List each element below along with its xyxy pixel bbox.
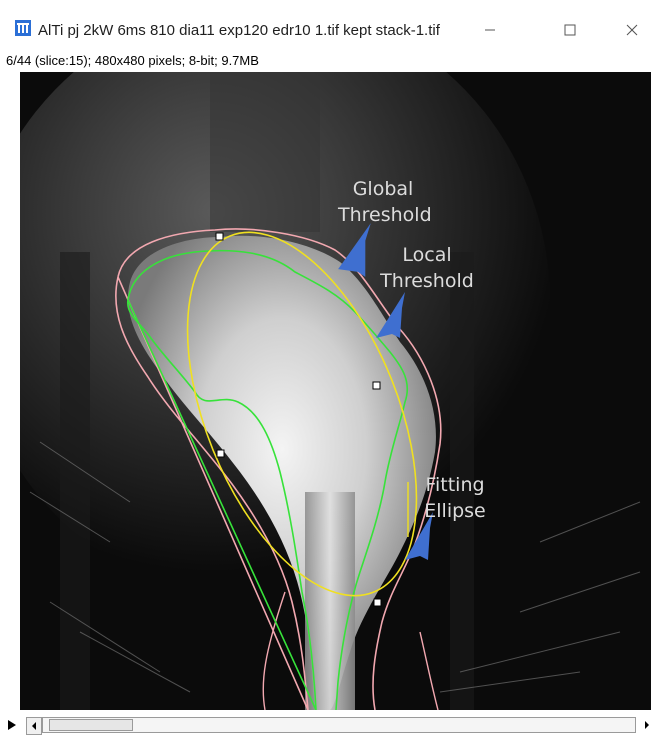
play-animation-button[interactable] bbox=[5, 718, 19, 732]
scroll-left-button[interactable] bbox=[26, 717, 42, 735]
label-ellipse: Ellipse bbox=[424, 500, 486, 522]
scroll-right-button[interactable] bbox=[640, 717, 651, 733]
close-button[interactable] bbox=[610, 12, 651, 48]
window-title: AlTi pj 2kW 6ms 810 dia11 exp120 edr10 1… bbox=[38, 22, 440, 39]
label-local: Local bbox=[402, 244, 452, 266]
minimize-icon bbox=[485, 29, 495, 31]
close-icon bbox=[626, 24, 638, 36]
ellipse-handle-left bbox=[216, 449, 225, 458]
label-fitting: Fitting bbox=[425, 474, 485, 496]
label-local-threshold-word: Threshold bbox=[380, 270, 474, 292]
label-local-threshold: Local Threshold bbox=[372, 242, 482, 294]
image-info-bar: 6/44 (slice:15); 480x480 pixels; 8-bit; … bbox=[0, 52, 651, 70]
slice-scroll-thumb[interactable] bbox=[49, 719, 133, 731]
arrow-right-icon bbox=[645, 721, 649, 729]
arrow-left-icon bbox=[32, 722, 36, 730]
maximize-icon bbox=[564, 24, 576, 36]
ellipse-handle-top bbox=[215, 232, 224, 241]
imagej-app-icon bbox=[14, 19, 32, 37]
label-global-threshold: Global Threshold bbox=[338, 176, 432, 228]
title-bar: AlTi pj 2kW 6ms 810 dia11 exp120 edr10 1… bbox=[0, 0, 651, 52]
minimize-button[interactable] bbox=[468, 12, 512, 48]
stack-scrollbar-row bbox=[0, 712, 651, 738]
play-icon bbox=[8, 720, 16, 730]
ellipse-handle-bottom bbox=[373, 598, 382, 607]
image-svg bbox=[20, 72, 651, 710]
label-fitting-ellipse: Fitting Ellipse bbox=[415, 472, 495, 524]
label-global-threshold-word: Threshold bbox=[338, 204, 432, 226]
slice-scroll-track[interactable] bbox=[42, 717, 636, 733]
maximize-button[interactable] bbox=[548, 12, 592, 48]
image-info-text: 6/44 (slice:15); 480x480 pixels; 8-bit; … bbox=[6, 53, 259, 68]
ellipse-handle-right bbox=[372, 381, 381, 390]
image-canvas[interactable]: Global Threshold Local Threshold Fitting… bbox=[20, 72, 651, 710]
label-global: Global bbox=[352, 178, 414, 200]
